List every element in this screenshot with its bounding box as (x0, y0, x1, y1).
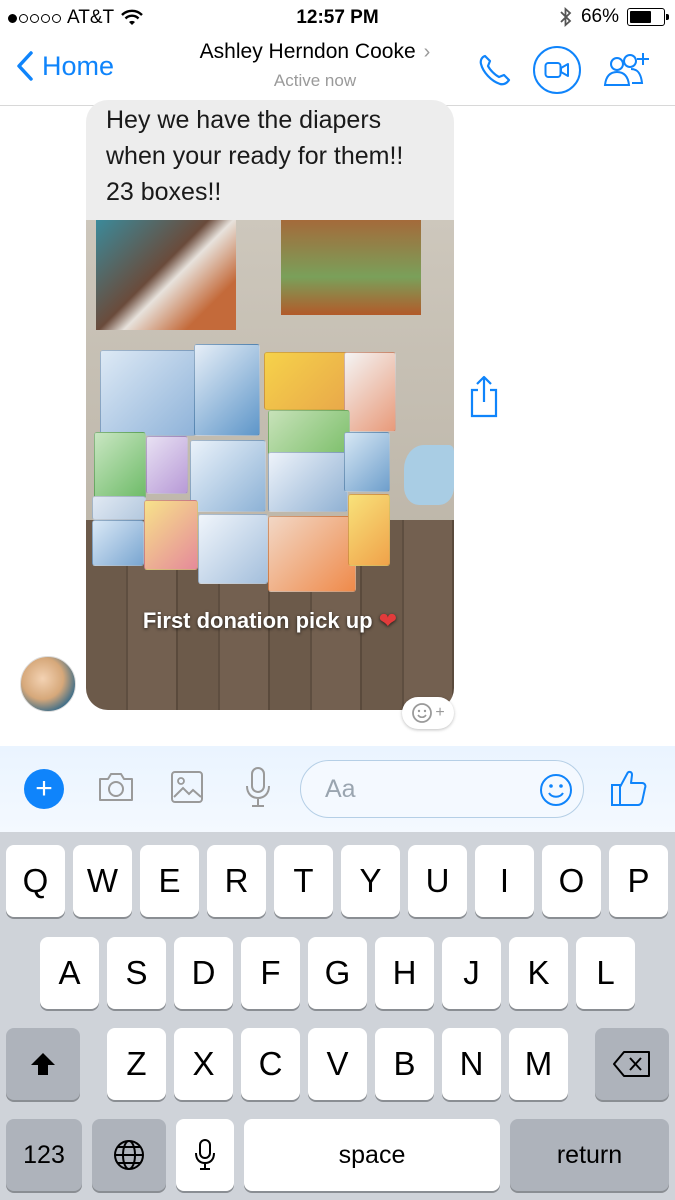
presence-status: Active now (273, 71, 357, 90)
key-e[interactable]: E (140, 845, 199, 917)
back-label: Home (42, 50, 115, 81)
return-key[interactable]: return (510, 1119, 669, 1191)
heart-icon: ❤ (378, 608, 398, 633)
contact-name: Ashley Herndon Cooke (199, 40, 416, 63)
key-i[interactable]: I (475, 845, 534, 917)
key-o[interactable]: O (542, 845, 601, 917)
key-j[interactable]: J (442, 937, 501, 1009)
status-bar: AT&T 12:57 PM 66% (0, 0, 675, 34)
blue-chair (404, 445, 454, 505)
key-w[interactable]: W (73, 845, 132, 917)
key-t[interactable]: T (274, 845, 333, 917)
shift-key[interactable] (6, 1028, 80, 1100)
video-call-button[interactable] (533, 46, 581, 94)
emoji-icon[interactable] (539, 773, 573, 807)
chevron-right-icon: › (423, 40, 431, 63)
backspace-icon (613, 1051, 650, 1077)
battery-icon (627, 8, 669, 26)
microphone-icon (195, 1139, 215, 1170)
globe-key[interactable] (92, 1119, 166, 1191)
key-x[interactable]: X (174, 1028, 233, 1100)
dictation-key[interactable] (176, 1119, 234, 1191)
key-b[interactable]: B (375, 1028, 434, 1100)
key-k[interactable]: K (509, 937, 568, 1009)
key-h[interactable]: H (375, 937, 434, 1009)
key-m[interactable]: M (509, 1028, 568, 1100)
key-f[interactable]: F (241, 937, 300, 1009)
space-key[interactable]: space (244, 1119, 500, 1191)
microphone-icon[interactable] (244, 766, 272, 810)
key-y[interactable]: Y (341, 845, 400, 917)
bluetooth-icon (560, 7, 572, 27)
camera-icon[interactable] (96, 770, 136, 804)
photo-caption: First donation pick up ❤ (86, 608, 454, 634)
key-n[interactable]: N (442, 1028, 501, 1100)
key-z[interactable]: Z (107, 1028, 166, 1100)
conversation-header: Home Ashley Herndon Cooke › Active now (0, 34, 675, 106)
key-s[interactable]: S (107, 937, 166, 1009)
key-g[interactable]: G (308, 937, 367, 1009)
contact-avatar[interactable] (20, 656, 76, 712)
key-a[interactable]: A (40, 937, 99, 1009)
add-people-icon[interactable] (601, 51, 653, 89)
horse-painting (96, 220, 236, 330)
message-photo[interactable]: First donation pick up ❤ (86, 220, 454, 710)
delete-key[interactable] (595, 1028, 669, 1100)
key-l[interactable]: L (576, 937, 635, 1009)
battery-percent: 66% (580, 6, 619, 27)
numbers-key[interactable]: 123 (6, 1119, 82, 1191)
video-camera-icon (544, 62, 569, 78)
plus-icon: + (435, 704, 445, 721)
back-button[interactable]: Home (16, 50, 114, 82)
smiley-icon (412, 703, 433, 723)
more-actions-button[interactable]: + (24, 769, 64, 809)
gallery-icon[interactable] (170, 770, 204, 804)
key-q[interactable]: Q (6, 845, 65, 917)
status-right: 66% (559, 6, 669, 28)
photo-caption-text: First donation pick up (142, 608, 373, 633)
key-d[interactable]: D (174, 937, 233, 1009)
phone-call-icon[interactable] (477, 52, 513, 88)
message-input[interactable] (300, 760, 584, 818)
key-p[interactable]: P (609, 845, 668, 917)
composer-bar: + (0, 746, 675, 832)
key-c[interactable]: C (241, 1028, 300, 1100)
share-icon[interactable] (466, 374, 502, 420)
message-bubble[interactable]: Hey we have the diapers when your ready … (86, 100, 454, 710)
keyboard: Q W E R T Y U I O P A S D F G H J K L Z … (0, 832, 675, 1200)
globe-icon (114, 1140, 144, 1170)
thumbs-up-icon[interactable] (610, 768, 648, 808)
key-r[interactable]: R (207, 845, 266, 917)
key-v[interactable]: V (308, 1028, 367, 1100)
add-reaction-button[interactable]: + (402, 697, 454, 729)
chevron-left-icon (17, 51, 33, 81)
message-field[interactable] (325, 775, 525, 804)
message-text: Hey we have the diapers when your ready … (106, 106, 404, 206)
contact-title[interactable]: Ashley Herndon Cooke › Active now (180, 40, 450, 91)
key-u[interactable]: U (408, 845, 467, 917)
shift-arrow-icon (31, 1053, 55, 1075)
birds-painting (281, 220, 421, 315)
